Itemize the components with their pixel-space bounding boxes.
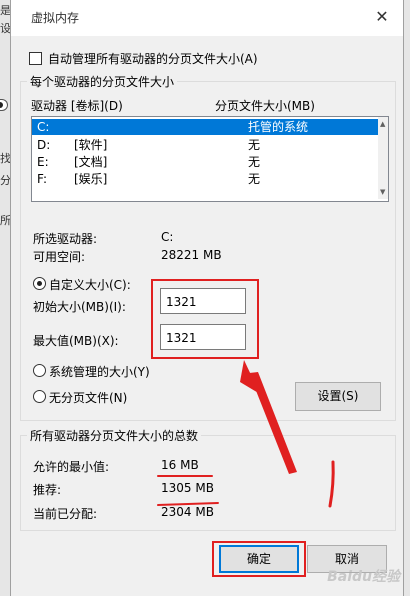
annotation-arrow [240, 360, 297, 474]
annotation-stroke [328, 460, 335, 508]
annotation-overlay [240, 360, 335, 508]
watermark: Baidu经验 [327, 569, 400, 585]
